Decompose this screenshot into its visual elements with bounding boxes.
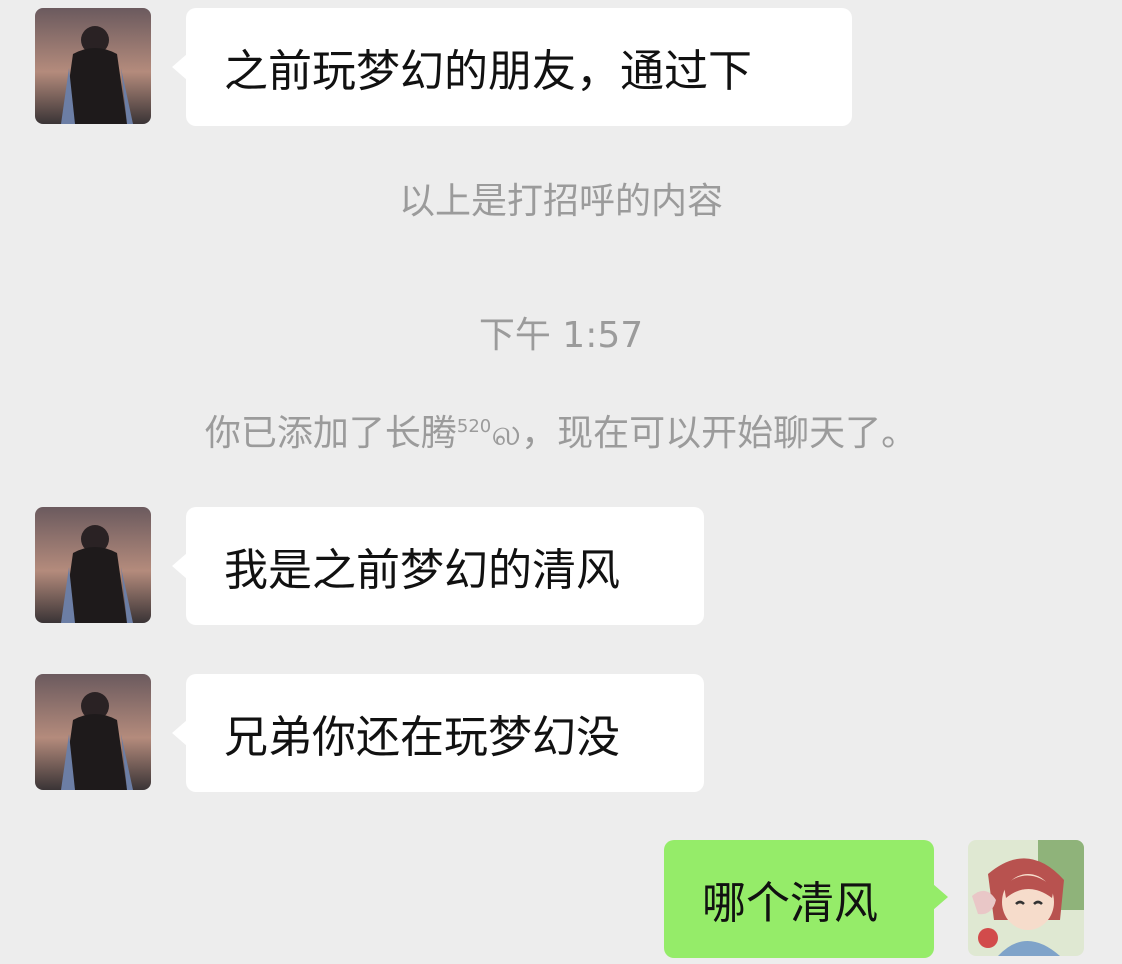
my-avatar-icon[interactable] [968, 840, 1084, 956]
incoming-message-bubble[interactable]: 兄弟你还在玩梦幻没 [172, 674, 704, 792]
timestamp: 下午 1:57 [478, 315, 644, 356]
message-text: 之前玩梦幻的朋友，通过下 [224, 46, 752, 97]
message-text: 我是之前梦幻的清风 [224, 545, 620, 596]
incoming-message-bubble[interactable]: 我是之前梦幻的清风 [172, 507, 704, 625]
message-row: 之前玩梦幻的朋友，通过下 [0, 8, 1122, 128]
outgoing-message-bubble[interactable]: 哪个清风 [664, 840, 948, 958]
message-text: 兄弟你还在玩梦幻没 [224, 712, 620, 763]
greeting-note: 以上是打招呼的内容 [398, 181, 723, 222]
friend-added-notice: 你已添加了长腾520ல，现在可以开始聊天了。 [0, 404, 1122, 459]
message-row: 我是之前梦幻的清风 [0, 507, 1122, 627]
contact-avatar-icon[interactable] [35, 507, 151, 623]
incoming-message-bubble[interactable]: 之前玩梦幻的朋友，通过下 [172, 8, 852, 126]
notice-prefix: 你已添加了长腾 [204, 413, 457, 454]
message-row: 哪个清风 [0, 840, 1122, 960]
contact-avatar-icon[interactable] [35, 674, 151, 790]
notice-superscript: 520 [456, 416, 492, 437]
message-row: 兄弟你还在玩梦幻没 [0, 674, 1122, 794]
message-text: 哪个清风 [702, 878, 878, 929]
notice-suffix: ல，现在可以开始聊天了。 [491, 413, 918, 454]
contact-avatar-icon[interactable] [35, 8, 151, 124]
